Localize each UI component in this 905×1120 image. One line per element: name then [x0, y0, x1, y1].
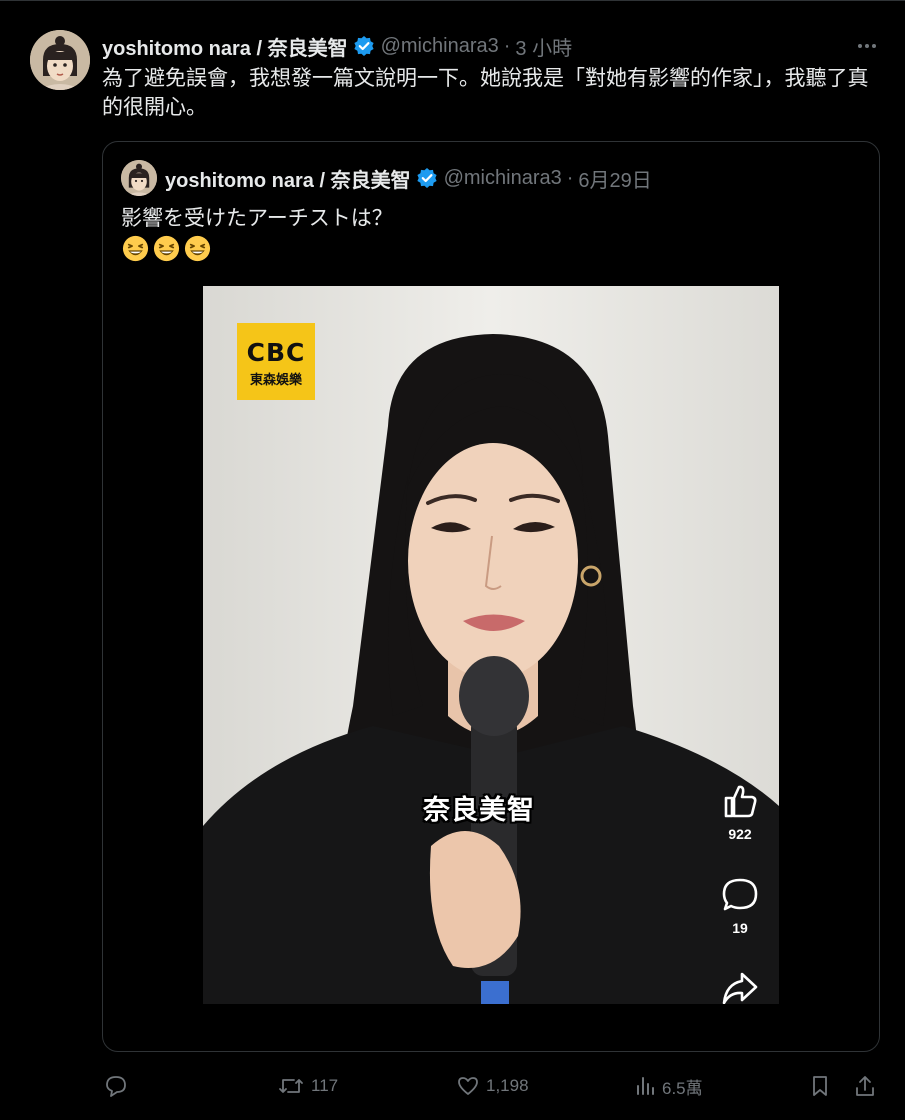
- share-button[interactable]: [853, 1069, 877, 1103]
- quoted-date[interactable]: 6月29日: [578, 164, 651, 193]
- laughing-emoji-icon: [184, 235, 211, 262]
- retweet-icon: [279, 1079, 303, 1093]
- author-handle[interactable]: @michinara3: [381, 35, 499, 58]
- quoted-author-handle[interactable]: @michinara3: [444, 167, 562, 190]
- views-button[interactable]: 6.5萬: [634, 1069, 703, 1103]
- more-options-icon[interactable]: [852, 31, 882, 61]
- channel-logo: CBC 東森娛樂: [237, 323, 315, 400]
- retweet-button[interactable]: 117: [277, 1069, 338, 1103]
- tweet-header: yoshitomo nara / 奈良美智 @michinara3 · 3 小時: [102, 31, 572, 61]
- video-share-button[interactable]: 20: [715, 970, 765, 1004]
- views-chart-icon: [637, 1077, 654, 1095]
- separator: ·: [566, 166, 574, 189]
- comment-bubble-icon: [722, 878, 758, 911]
- quoted-author-avatar[interactable]: [121, 160, 157, 196]
- tweet-text: 為了避免誤會，我想發一篇文說明一下。她說我是「對她有影響的作家」，我聽了真的很開…: [102, 67, 869, 119]
- video-like-button[interactable]: 922: [715, 782, 765, 842]
- tweet-action-bar: 117 1,198 6.5萬: [0, 1069, 905, 1103]
- like-button[interactable]: 1,198: [456, 1069, 529, 1103]
- timestamp[interactable]: 3 小時: [515, 32, 572, 61]
- quoted-author-name[interactable]: yoshitomo nara / 奈良美智: [165, 164, 411, 193]
- share-arrow-icon: [722, 972, 758, 1004]
- reply-button[interactable]: [104, 1069, 134, 1103]
- laughing-emoji-icon: [153, 235, 180, 262]
- video-comment-button[interactable]: 19: [715, 876, 765, 936]
- video-comment-count: 19: [732, 920, 748, 936]
- share-icon: [856, 1076, 874, 1096]
- laughing-emoji-icon: [122, 235, 149, 262]
- quoted-tweet-text: 影響を受けたアーチストは？: [121, 207, 393, 230]
- video-caption: 奈良美智: [423, 795, 535, 825]
- separator: ·: [503, 34, 511, 57]
- thumbs-up-icon: [724, 785, 757, 818]
- view-count: 6.5萬: [662, 1078, 703, 1098]
- logo-sub-text: 東森娛樂: [249, 372, 302, 387]
- bookmark-icon: [813, 1076, 827, 1096]
- quoted-tweet-header: yoshitomo nara / 奈良美智 @michinara3 · 6月29…: [165, 164, 652, 192]
- author-name[interactable]: yoshitomo nara / 奈良美智: [102, 32, 348, 61]
- quoted-tweet[interactable]: yoshitomo nara / 奈良美智 @michinara3 · 6月29…: [102, 141, 880, 1052]
- like-count: 1,198: [486, 1076, 529, 1095]
- verified-icon: [416, 167, 438, 189]
- logo-main-text: CBC: [246, 338, 306, 367]
- reply-icon: [106, 1076, 126, 1097]
- video-media[interactable]: CBC 東森娛樂 奈良美智 922 19 20: [203, 286, 779, 1004]
- retweet-count: 117: [311, 1076, 339, 1095]
- verified-icon: [353, 35, 375, 57]
- heart-icon: [458, 1077, 478, 1095]
- video-like-count: 922: [728, 826, 752, 842]
- laughing-emoji-row: [121, 234, 212, 263]
- tweet[interactable]: yoshitomo nara / 奈良美智 @michinara3 · 3 小時…: [0, 0, 905, 1120]
- author-avatar[interactable]: [30, 30, 90, 90]
- bookmark-button[interactable]: [808, 1069, 832, 1103]
